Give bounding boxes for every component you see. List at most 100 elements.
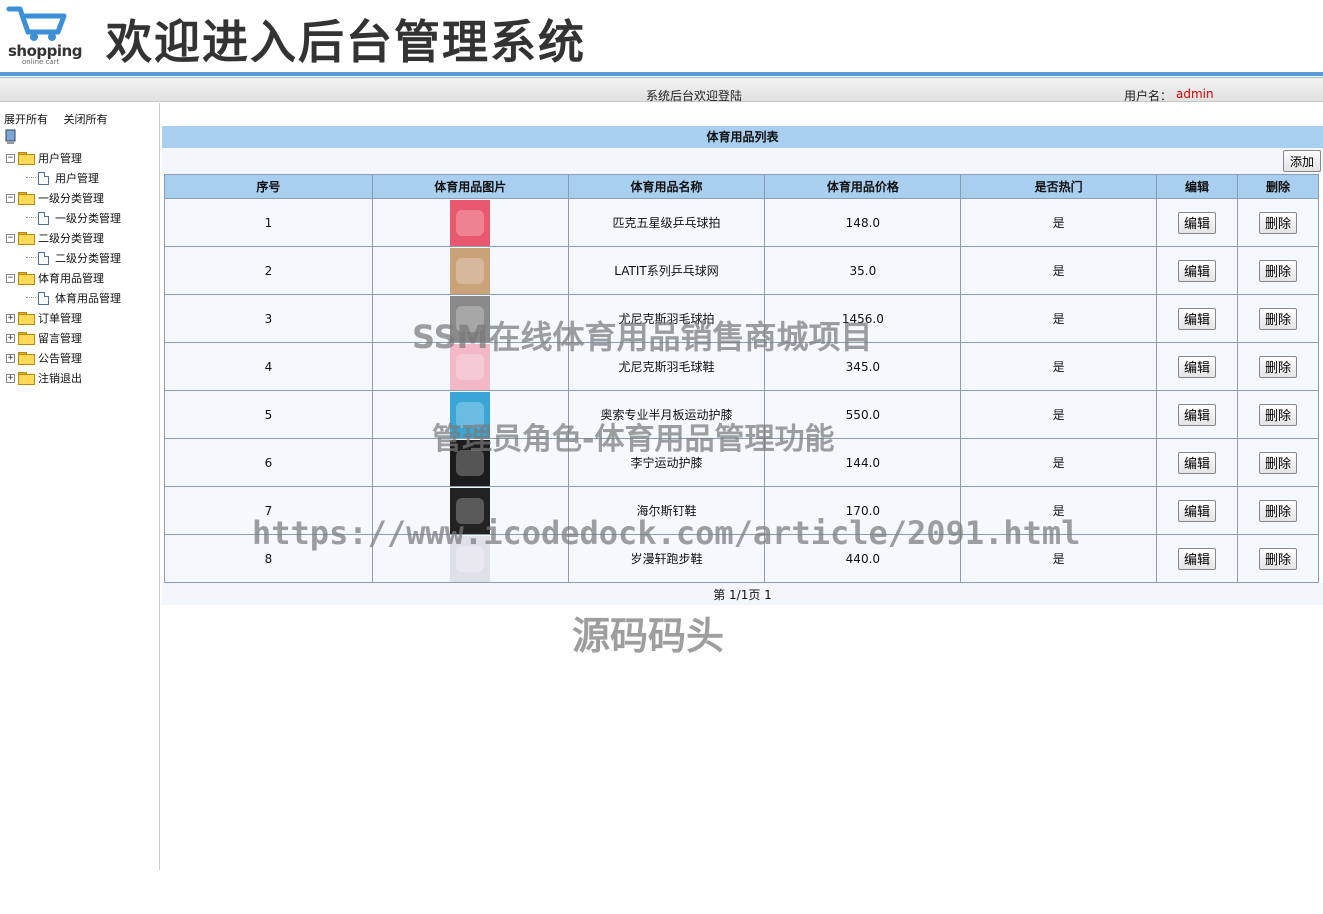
column-header: 序号 bbox=[164, 174, 373, 199]
watermark-text: 管理员角色-体育用品管理功能 bbox=[432, 422, 835, 457]
cell-hot: 是 bbox=[960, 294, 1158, 343]
tree-leaf-sports-goods[interactable]: 体育用品管理 bbox=[26, 289, 121, 307]
column-header: 体育用品名称 bbox=[567, 174, 766, 199]
cell-delete: 删除 bbox=[1237, 342, 1319, 391]
page-icon bbox=[38, 251, 49, 265]
tree-leaf-user[interactable]: 用户管理 bbox=[26, 169, 99, 187]
collapse-toggle-icon[interactable]: − bbox=[6, 233, 15, 243]
cell-edit: 编辑 bbox=[1156, 246, 1238, 295]
collapse-all-link[interactable]: 关闭所有 bbox=[64, 113, 108, 126]
cell-hot: 是 bbox=[960, 438, 1158, 487]
column-header: 编辑 bbox=[1156, 174, 1238, 199]
delete-button[interactable]: 删除 bbox=[1258, 259, 1297, 282]
tree-label: 二级分类管理 bbox=[55, 252, 121, 265]
delete-button[interactable]: 删除 bbox=[1258, 307, 1297, 330]
expand-toggle-icon[interactable]: + bbox=[6, 313, 15, 323]
page-icon bbox=[38, 171, 49, 185]
table-row: 1 匹克五星级乒乓球拍 148.0 是编辑 删除 bbox=[164, 198, 1319, 247]
edit-button[interactable]: 编辑 bbox=[1178, 355, 1217, 378]
tree-label: 用户管理 bbox=[38, 152, 82, 165]
delete-button[interactable]: 删除 bbox=[1258, 547, 1297, 570]
folder-icon bbox=[18, 352, 35, 365]
tree-node-user[interactable]: − 用户管理 bbox=[6, 149, 82, 167]
collapse-toggle-icon[interactable]: − bbox=[6, 193, 15, 203]
header: shopping online cart 欢迎进入后台管理系统 bbox=[0, 0, 1323, 72]
cell-image bbox=[371, 198, 569, 247]
delete-button[interactable]: 删除 bbox=[1258, 451, 1297, 474]
computer-root-icon bbox=[5, 129, 16, 144]
add-button[interactable]: 添加 bbox=[1282, 150, 1321, 172]
tree-controls: 展开所有 关闭所有 bbox=[4, 111, 120, 127]
welcome-text: 系统后台欢迎登陆 bbox=[646, 89, 743, 103]
delete-button[interactable]: 删除 bbox=[1258, 499, 1297, 522]
cell-name: 匹克五星级乒乓球拍 bbox=[567, 198, 766, 247]
tree-node-notices[interactable]: + 公告管理 bbox=[6, 349, 82, 367]
edit-button[interactable]: 编辑 bbox=[1178, 211, 1217, 234]
cell-name: LATIT系列乒乓球网 bbox=[567, 246, 766, 295]
table-header-row: 序号 体育用品图片 体育用品名称 体育用品价格 是否热门 编辑 删除 bbox=[164, 174, 1319, 199]
edit-button[interactable]: 编辑 bbox=[1178, 307, 1217, 330]
tree-node-category2[interactable]: − 二级分类管理 bbox=[6, 229, 104, 247]
cell-edit: 编辑 bbox=[1156, 438, 1238, 487]
expand-toggle-icon[interactable]: + bbox=[6, 333, 15, 343]
expand-all-link[interactable]: 展开所有 bbox=[4, 113, 48, 126]
cell-hot: 是 bbox=[960, 246, 1158, 295]
expand-toggle-icon[interactable]: + bbox=[6, 373, 15, 383]
tree-label: 留言管理 bbox=[38, 332, 82, 345]
tree-leaf-category2[interactable]: 二级分类管理 bbox=[26, 249, 121, 267]
edit-button[interactable]: 编辑 bbox=[1178, 403, 1217, 426]
edit-button[interactable]: 编辑 bbox=[1178, 259, 1217, 282]
expand-toggle-icon[interactable]: + bbox=[6, 353, 15, 363]
cell-image bbox=[371, 246, 569, 295]
tree-node-orders[interactable]: + 订单管理 bbox=[6, 309, 82, 327]
pagination: 第 1/1页 1 bbox=[162, 583, 1323, 605]
column-header: 体育用品图片 bbox=[371, 174, 569, 199]
watermark-url: https://www.icodedock.com/article/2091.h… bbox=[252, 514, 1081, 552]
delete-button[interactable]: 删除 bbox=[1258, 355, 1297, 378]
cell-delete: 删除 bbox=[1237, 486, 1319, 535]
list-title: 体育用品列表 bbox=[162, 126, 1323, 148]
cell-price: 148.0 bbox=[764, 198, 962, 247]
cell-hot: 是 bbox=[960, 390, 1158, 439]
cell-delete: 删除 bbox=[1237, 198, 1319, 247]
tree-node-messages[interactable]: + 留言管理 bbox=[6, 329, 82, 347]
cell-no: 1 bbox=[164, 198, 373, 247]
edit-button[interactable]: 编辑 bbox=[1178, 451, 1217, 474]
edit-button[interactable]: 编辑 bbox=[1178, 499, 1217, 522]
collapse-toggle-icon[interactable]: − bbox=[6, 273, 15, 283]
tree-label: 订单管理 bbox=[38, 312, 82, 325]
column-header: 体育用品价格 bbox=[764, 174, 962, 199]
watermark-text: SSM在线体育用品销售商城项目 bbox=[412, 318, 873, 356]
cell-price: 35.0 bbox=[764, 246, 962, 295]
tree-node-category1[interactable]: − 一级分类管理 bbox=[6, 189, 104, 207]
product-thumbnail-image bbox=[450, 199, 491, 246]
page-title: 欢迎进入后台管理系统 bbox=[106, 15, 586, 69]
cell-no: 4 bbox=[164, 342, 373, 391]
tree-label: 一级分类管理 bbox=[38, 192, 104, 205]
delete-button[interactable]: 删除 bbox=[1258, 211, 1297, 234]
username-value: admin bbox=[1176, 87, 1214, 101]
product-thumbnail-image bbox=[450, 247, 491, 294]
folder-icon bbox=[18, 332, 35, 345]
edit-button[interactable]: 编辑 bbox=[1178, 547, 1217, 570]
folder-open-icon bbox=[18, 272, 35, 285]
tree-label: 注销退出 bbox=[38, 372, 82, 385]
cell-delete: 删除 bbox=[1237, 294, 1319, 343]
cell-no: 3 bbox=[164, 294, 373, 343]
tree-node-logout[interactable]: + 注销退出 bbox=[6, 369, 82, 387]
toolbar: 添加 bbox=[162, 148, 1323, 174]
cell-delete: 删除 bbox=[1237, 390, 1319, 439]
cell-no: 2 bbox=[164, 246, 373, 295]
cell-delete: 删除 bbox=[1237, 534, 1319, 583]
cell-edit: 编辑 bbox=[1156, 342, 1238, 391]
delete-button[interactable]: 删除 bbox=[1258, 403, 1297, 426]
tree-node-sports-goods[interactable]: − 体育用品管理 bbox=[6, 269, 104, 287]
tree-leaf-category1[interactable]: 一级分类管理 bbox=[26, 209, 121, 227]
cell-edit: 编辑 bbox=[1156, 486, 1238, 535]
cell-edit: 编辑 bbox=[1156, 198, 1238, 247]
folder-open-icon bbox=[18, 152, 35, 165]
collapse-toggle-icon[interactable]: − bbox=[6, 153, 15, 163]
top-bar: 系统后台欢迎登陆 用户名： admin bbox=[0, 78, 1323, 103]
watermark-text: 源码码头 bbox=[572, 614, 725, 658]
column-header: 删除 bbox=[1237, 174, 1319, 199]
